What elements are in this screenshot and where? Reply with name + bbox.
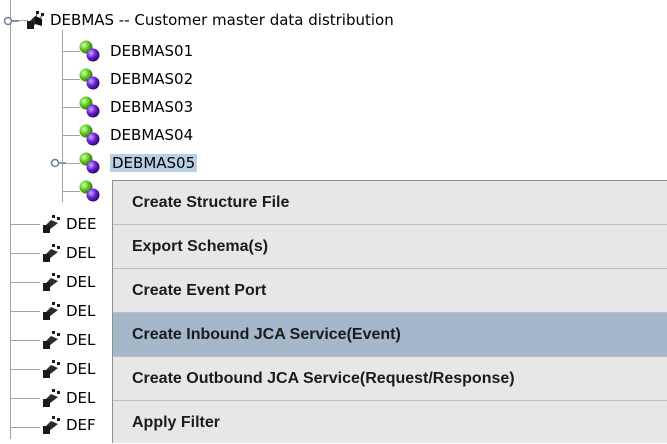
tree-node-label: DEE	[66, 215, 97, 233]
menu-item-create-structure-file[interactable]: Create Structure File	[113, 181, 667, 224]
menu-item-label: Create Event Port	[132, 281, 267, 299]
collapse-handle-icon[interactable]	[3, 15, 19, 27]
menu-item-create-outbound-jca-service[interactable]: Create Outbound JCA Service(Request/Resp…	[113, 357, 667, 400]
tree-node-label: DEBMAS01	[110, 42, 194, 60]
package-nodes-icon	[43, 360, 60, 378]
tree-node-debmas01[interactable]: DEBMAS01	[76, 40, 193, 62]
package-nodes-icon	[43, 389, 60, 407]
tree-line-branch	[10, 340, 40, 341]
tree-node-debmas[interactable]: DEBMAS -- Customer master data distribut…	[24, 9, 394, 31]
molecule-icon	[79, 96, 100, 118]
tree-node-sibling[interactable]: DEL	[40, 242, 95, 264]
menu-item-create-event-port[interactable]: Create Event Port	[113, 269, 667, 312]
tree-node-sibling[interactable]: DEL	[40, 271, 95, 293]
tree-node-label: DEL	[66, 273, 96, 291]
tree-line-branch	[10, 398, 40, 399]
package-nodes-icon	[27, 11, 44, 29]
tree-node-sibling[interactable]: DEF	[40, 414, 96, 436]
molecule-icon	[79, 180, 100, 202]
tree-line-branch	[10, 369, 40, 370]
tree-node-label: DEL	[66, 244, 96, 262]
package-nodes-icon	[43, 244, 60, 262]
tree-node-sibling[interactable]: DEE	[40, 213, 97, 235]
package-nodes-icon	[43, 302, 60, 320]
tree-node-label: DEL	[66, 302, 96, 320]
tree-node-debmas05[interactable]: DEBMAS05	[76, 152, 198, 174]
tree-line-children	[62, 30, 63, 202]
tree-node-sibling[interactable]: DEL	[40, 300, 95, 322]
tree-line-branch	[10, 253, 40, 254]
tree-line-branch	[10, 282, 40, 283]
collapse-handle-icon[interactable]	[50, 157, 66, 169]
tree-node-sibling[interactable]: DEL	[40, 387, 95, 409]
molecule-icon	[79, 40, 100, 62]
menu-item-export-schemas[interactable]: Export Schema(s)	[113, 225, 667, 268]
tree-node-label-selected: DEBMAS05	[110, 154, 198, 172]
tree-node-label: DEL	[66, 360, 96, 378]
menu-item-label: Create Structure File	[132, 193, 290, 211]
tree-line-root	[10, 0, 11, 439]
menu-item-label: Export Schema(s)	[132, 237, 269, 255]
tree-node-debmas02[interactable]: DEBMAS02	[76, 68, 193, 90]
tree-node-label: DEL	[66, 331, 96, 349]
package-nodes-icon	[43, 416, 60, 434]
menu-item-create-inbound-jca-service[interactable]: Create Inbound JCA Service(Event)	[113, 313, 667, 356]
package-nodes-icon	[43, 215, 60, 233]
molecule-icon	[79, 124, 100, 146]
tree-node-label: DEBMAS03	[110, 98, 194, 116]
molecule-icon	[79, 68, 100, 90]
menu-item-label: Create Inbound JCA Service(Event)	[132, 325, 401, 343]
package-nodes-icon	[43, 331, 60, 349]
tree-node-label: DEBMAS -- Customer master data distribut…	[50, 11, 394, 29]
tree-line-branch	[10, 427, 40, 428]
molecule-icon	[79, 152, 100, 174]
context-menu: Create Structure File Export Schema(s) C…	[112, 180, 667, 443]
tree-node-label: DEF	[66, 416, 96, 434]
tree-node-label: DEL	[66, 389, 96, 407]
tree-node-debmas04[interactable]: DEBMAS04	[76, 124, 193, 146]
menu-item-label: Apply Filter	[132, 413, 221, 431]
tree-node-debmas03[interactable]: DEBMAS03	[76, 96, 193, 118]
tree-node-sibling[interactable]: DEL	[40, 358, 95, 380]
tree-line-branch	[10, 311, 40, 312]
package-nodes-icon	[43, 273, 60, 291]
menu-item-apply-filter[interactable]: Apply Filter	[113, 401, 667, 444]
tree-node-label: DEBMAS04	[110, 126, 194, 144]
menu-item-label: Create Outbound JCA Service(Request/Resp…	[132, 369, 515, 387]
tree-line-branch	[10, 224, 40, 225]
tree-node-label: DEBMAS02	[110, 70, 194, 88]
tree-node-sibling[interactable]: DEL	[40, 329, 95, 351]
